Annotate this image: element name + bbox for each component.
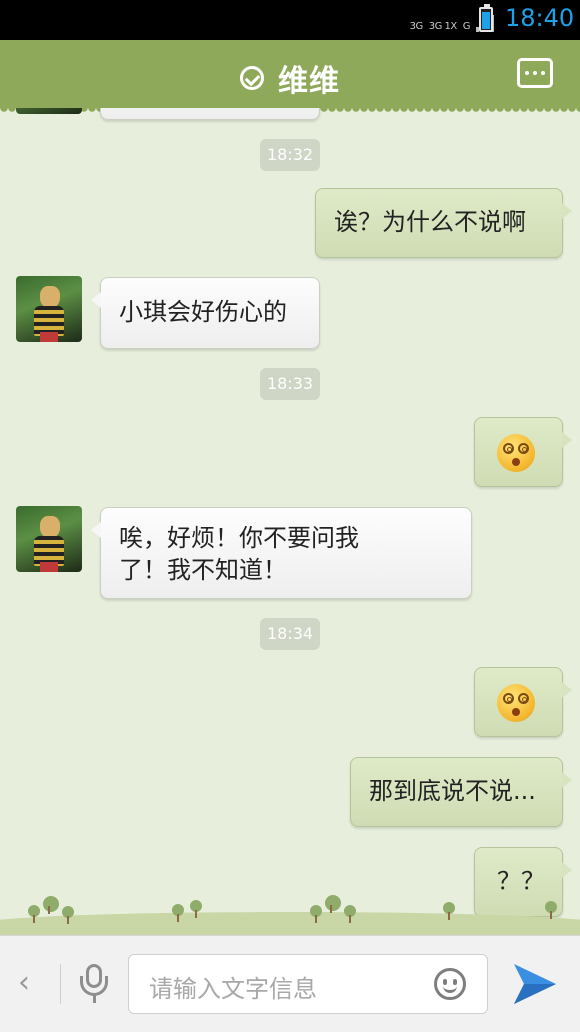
background-decoration [0, 890, 580, 952]
divider [60, 964, 61, 1004]
network-label-2: 3G 1X [428, 21, 458, 32]
smiley-icon[interactable] [434, 968, 466, 1000]
message-input-placeholder: 请输入文字信息 [149, 975, 317, 1003]
message-bubble-sent[interactable] [474, 417, 572, 487]
timestamp: 18:32 [260, 139, 320, 171]
message-text: 那到底说不说... [369, 777, 536, 805]
message-text-line-1: 唉，好烦！你不要问我 [119, 524, 359, 552]
timestamp: 18:33 [260, 368, 320, 400]
message-input[interactable]: 请输入文字信息 [128, 954, 488, 1014]
more-dots-icon [525, 71, 529, 75]
status-time: 18:40 [505, 4, 575, 32]
status-bar: 3G 3G 1X G 18:40 [0, 0, 580, 40]
chat-header: 维维 [0, 40, 580, 114]
dizzy-face-icon [497, 434, 535, 472]
contact-avatar[interactable] [16, 276, 82, 342]
microphone-icon[interactable] [80, 964, 108, 1004]
message-text-line-2: 了！我不知道！ [119, 556, 287, 584]
message-text: 小琪会好伤心的 [119, 298, 287, 326]
send-icon[interactable] [512, 962, 558, 1006]
battery-icon [479, 4, 493, 32]
message-bubble-received[interactable]: 唉，好烦！你不要问我 了！我不知道！ [91, 507, 472, 599]
check-circle-icon [240, 66, 264, 90]
dizzy-face-icon [497, 684, 535, 722]
more-menu-button[interactable] [517, 58, 553, 88]
back-chevron-icon[interactable]: ‹ [18, 968, 40, 998]
timestamp: 18:34 [260, 618, 320, 650]
message-text: 诶？为什么不说啊 [334, 208, 526, 236]
network-label-3: G [462, 21, 471, 32]
message-bubble-sent[interactable] [474, 667, 572, 737]
message-list[interactable]: 18:32 诶？为什么不说啊 小琪会好伤心的 18:33 唉，好烦！你不要问我 … [0, 108, 580, 935]
message-bubble-partial[interactable] [100, 108, 320, 120]
chat-title: 维维 [278, 64, 340, 99]
network-label-1: 3G [409, 21, 424, 32]
contact-avatar[interactable] [16, 108, 82, 114]
input-bar: ‹ 请输入文字信息 [0, 935, 580, 1032]
message-bubble-sent[interactable]: 诶？为什么不说啊 [315, 188, 572, 258]
message-bubble-received[interactable]: 小琪会好伤心的 [91, 277, 320, 349]
contact-avatar[interactable] [16, 506, 82, 572]
message-bubble-sent[interactable]: 那到底说不说... [350, 757, 572, 827]
